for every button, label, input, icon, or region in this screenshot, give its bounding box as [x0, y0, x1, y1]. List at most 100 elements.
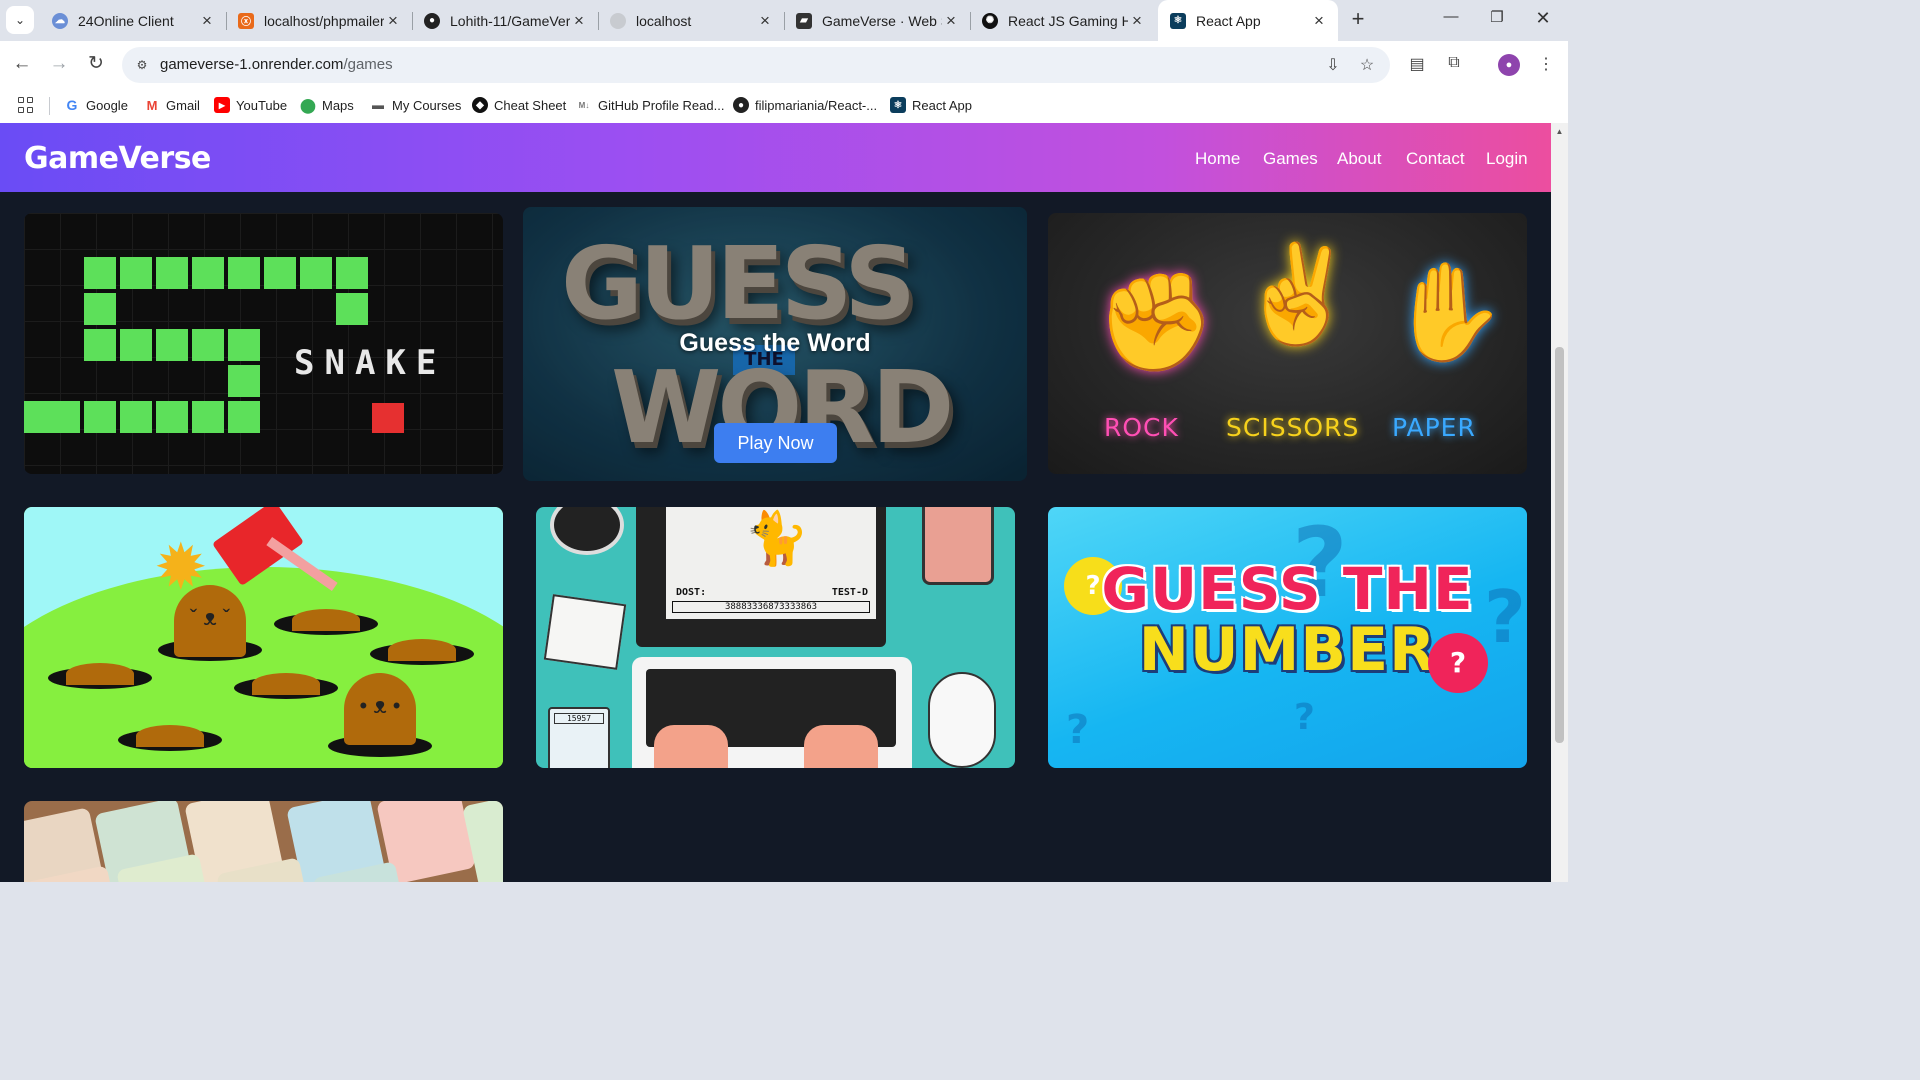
- new-tab-button[interactable]: +: [1346, 8, 1370, 32]
- tab-phpmailer[interactable]: ⓧ localhost/phpmailer_ ×: [226, 0, 412, 41]
- tab-title: 24Online Client: [78, 12, 174, 29]
- bookmark-react-app[interactable]: ⚛ React App: [890, 95, 972, 115]
- close-icon[interactable]: ×: [756, 11, 774, 31]
- game-card-whack-a-mole[interactable]: ✹ ˇ ᴥ ˇ • ᴥ •: [24, 507, 503, 768]
- hand-icon: [654, 725, 728, 768]
- menu-kebab-icon[interactable]: ⋮: [1535, 54, 1557, 76]
- tab-render[interactable]: ▰ GameVerse · Web Se ×: [784, 0, 970, 41]
- game-card-typing-test[interactable]: 🐈 DOST: TEST-D 38883336873333863 15957: [536, 507, 1015, 768]
- cloud-icon: ☁: [52, 12, 68, 29]
- question-bubble-icon: ?: [1428, 633, 1488, 693]
- gmail-icon: M: [144, 97, 160, 113]
- github-icon: ●: [733, 97, 749, 113]
- chatgpt-icon: ✺: [982, 12, 998, 29]
- extensions-icon[interactable]: ⧉: [1443, 54, 1465, 76]
- cup-icon: [550, 507, 624, 555]
- bookmark-label: Cheat Sheet: [494, 97, 567, 113]
- site-info-icon[interactable]: ⚙: [132, 55, 152, 75]
- bookmark-label: Google: [86, 97, 128, 113]
- youtube-icon: ▶: [214, 97, 230, 113]
- reload-button[interactable]: ↻: [84, 53, 108, 77]
- browser-toolbar: ← → ↻ ⚙ gameverse-1.onrender.com/games ⇩…: [0, 41, 1568, 88]
- page-viewport: GameVerse Home Games About Contact Login…: [0, 123, 1551, 882]
- minimize-icon: —: [1443, 8, 1459, 25]
- bookmark-star-icon[interactable]: ☆: [1356, 55, 1378, 75]
- tab-24online[interactable]: ☁ 24Online Client ×: [40, 0, 226, 41]
- play-now-button[interactable]: Play Now: [714, 423, 837, 463]
- game-card-guess-number[interactable]: ? ? ? GUESS THE NUMBER ? ? ?: [1048, 507, 1527, 768]
- forward-button[interactable]: →: [47, 53, 71, 77]
- tab-search-button[interactable]: ⌄: [6, 6, 34, 34]
- address-bar[interactable]: ⚙ gameverse-1.onrender.com/games ⇩ ☆: [122, 47, 1390, 83]
- arrow-left-icon: ←: [12, 53, 32, 74]
- bookmark-maps[interactable]: ⬤ Maps: [300, 95, 354, 115]
- nav-contact[interactable]: Contact: [1406, 149, 1465, 169]
- bookmark-label: GitHub Profile Read...: [598, 97, 725, 113]
- close-icon[interactable]: ×: [384, 11, 402, 31]
- tab-github-gameverse[interactable]: ● Lohith-11/GameVerse ×: [412, 0, 598, 41]
- screen-left-text: DOST:: [676, 587, 707, 598]
- tab-localhost[interactable]: localhost ×: [598, 0, 784, 41]
- tab-title: React App: [1196, 12, 1261, 29]
- peace-hand-icon: ✌: [1238, 241, 1358, 348]
- game-title: Guess the Word: [679, 329, 871, 357]
- restore-button[interactable]: ❐: [1482, 8, 1512, 32]
- screen-digits: 38883336873333863: [672, 601, 870, 613]
- paper-label: PAPER: [1392, 413, 1476, 442]
- back-button[interactable]: ←: [10, 53, 34, 77]
- snake-art: SNAKE: [24, 213, 503, 474]
- hand-icon: [804, 725, 878, 768]
- bookmark-label: My Courses: [392, 97, 462, 113]
- scroll-up-icon[interactable]: ▲: [1555, 127, 1564, 136]
- nav-home[interactable]: Home: [1195, 149, 1240, 169]
- minimize-button[interactable]: —: [1436, 8, 1466, 32]
- plus-icon: +: [1351, 6, 1365, 31]
- mouse-icon: [928, 672, 996, 768]
- install-app-icon[interactable]: ⇩: [1322, 55, 1344, 75]
- tab-chatgpt[interactable]: ✺ React JS Gaming Ho ×: [970, 0, 1156, 41]
- nav-login[interactable]: Login: [1486, 149, 1528, 169]
- bookmark-label: YouTube: [236, 97, 288, 113]
- site-logo[interactable]: GameVerse: [24, 141, 211, 176]
- cup-icon: [922, 507, 994, 585]
- react-icon: ⚛: [1170, 12, 1186, 29]
- nav-about[interactable]: About: [1337, 149, 1381, 169]
- url-text[interactable]: gameverse-1.onrender.com/games: [160, 56, 393, 73]
- globe-icon: [610, 12, 626, 29]
- game-card-memory[interactable]: [24, 801, 503, 882]
- nav-games[interactable]: Games: [1263, 149, 1318, 169]
- close-icon: ✕: [1535, 8, 1551, 28]
- cat-icon: 🐈: [744, 510, 809, 568]
- profile-avatar[interactable]: ●: [1498, 54, 1520, 76]
- page-scrollbar[interactable]: ▲: [1551, 123, 1568, 882]
- bookmark-youtube[interactable]: ▶ YouTube: [214, 95, 287, 115]
- mole-character: ˇ ᴥ ˇ: [174, 585, 246, 657]
- apps-grid-icon[interactable]: [18, 97, 34, 113]
- close-window-button[interactable]: ✕: [1528, 8, 1558, 32]
- close-icon[interactable]: ×: [1128, 11, 1146, 31]
- bookmark-gmail[interactable]: M Gmail: [144, 95, 200, 115]
- calculator-display: 15957: [554, 713, 604, 724]
- close-icon[interactable]: ×: [570, 11, 588, 31]
- render-icon: ▰: [796, 12, 812, 29]
- google-icon: G: [64, 97, 80, 113]
- bookmark-cheat-sheet[interactable]: ◆ Cheat Sheet: [472, 95, 566, 115]
- scrollbar-thumb[interactable]: [1555, 347, 1564, 743]
- game-card-rock-paper-scissors[interactable]: ✊ ✌ ✋ ROCK SCISSORS PAPER: [1048, 213, 1527, 474]
- bookmark-label: React App: [912, 97, 972, 113]
- close-icon[interactable]: ×: [1310, 11, 1328, 31]
- bookmark-google[interactable]: G Google: [64, 95, 128, 115]
- xampp-icon: ⓧ: [238, 12, 254, 29]
- media-icon[interactable]: ▤: [1406, 54, 1428, 76]
- close-icon[interactable]: ×: [942, 11, 960, 31]
- game-card-guess-word[interactable]: GUESS THE WORD Guess the Word Play Now: [523, 207, 1027, 481]
- game-card-snake[interactable]: SNAKE: [24, 213, 503, 474]
- bookmark-filipmariania[interactable]: ● filipmariania/React-...: [733, 95, 877, 115]
- tab-react-app[interactable]: ⚛ React App ×: [1158, 0, 1338, 41]
- close-icon[interactable]: ×: [198, 11, 216, 31]
- react-icon: ⚛: [890, 97, 906, 113]
- maps-icon: ⬤: [300, 96, 316, 113]
- bookmark-github-readme[interactable]: M↓ GitHub Profile Read...: [576, 95, 724, 115]
- tab-title: Lohith-11/GameVerse: [450, 12, 570, 29]
- bookmark-my-courses[interactable]: ▬ My Courses: [370, 95, 461, 115]
